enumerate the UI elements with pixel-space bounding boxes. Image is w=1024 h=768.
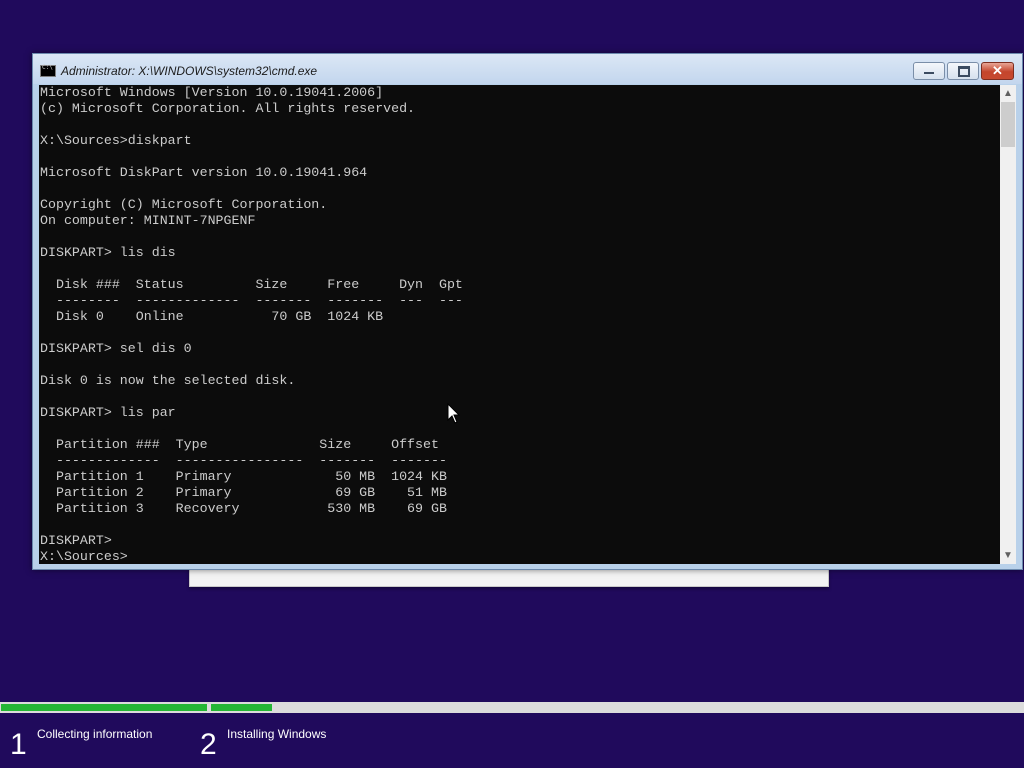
step-2-label: Installing Windows <box>227 727 327 741</box>
minimize-button[interactable] <box>913 62 945 80</box>
progress-segment-collecting <box>0 702 208 713</box>
maximize-button[interactable] <box>947 62 979 80</box>
minimize-icon <box>924 72 934 74</box>
console-text: Microsoft Windows [Version 10.0.19041.20… <box>40 85 463 564</box>
maximize-icon <box>958 66 970 77</box>
scroll-thumb[interactable] <box>1001 102 1015 147</box>
vertical-scrollbar[interactable]: ▲ ▼ <box>1000 85 1016 564</box>
close-button[interactable]: ✕ <box>981 62 1014 80</box>
progress-segment-installing <box>210 702 1024 713</box>
setup-steps: 1 Collecting information 2 Installing Wi… <box>0 722 1024 768</box>
setup-progress-bar <box>0 702 1024 713</box>
progress-fill-installing <box>211 704 272 711</box>
title-bar[interactable]: Administrator: X:\WINDOWS\system32\cmd.e… <box>33 54 1022 84</box>
cmd-window[interactable]: Administrator: X:\WINDOWS\system32\cmd.e… <box>32 53 1023 570</box>
scroll-down-arrow-icon[interactable]: ▼ <box>1000 547 1016 564</box>
cmd-icon <box>40 64 56 77</box>
mouse-cursor-icon <box>447 403 461 424</box>
step-1-label: Collecting information <box>37 727 153 741</box>
close-icon: ✕ <box>992 63 1003 78</box>
step-1-number: 1 <box>10 728 27 761</box>
scroll-up-arrow-icon[interactable]: ▲ <box>1000 85 1016 102</box>
progress-fill-collecting <box>1 704 207 711</box>
window-title: Administrator: X:\WINDOWS\system32\cmd.e… <box>61 64 318 78</box>
console-output[interactable]: Microsoft Windows [Version 10.0.19041.20… <box>39 85 1000 564</box>
step-2-number: 2 <box>200 728 217 761</box>
